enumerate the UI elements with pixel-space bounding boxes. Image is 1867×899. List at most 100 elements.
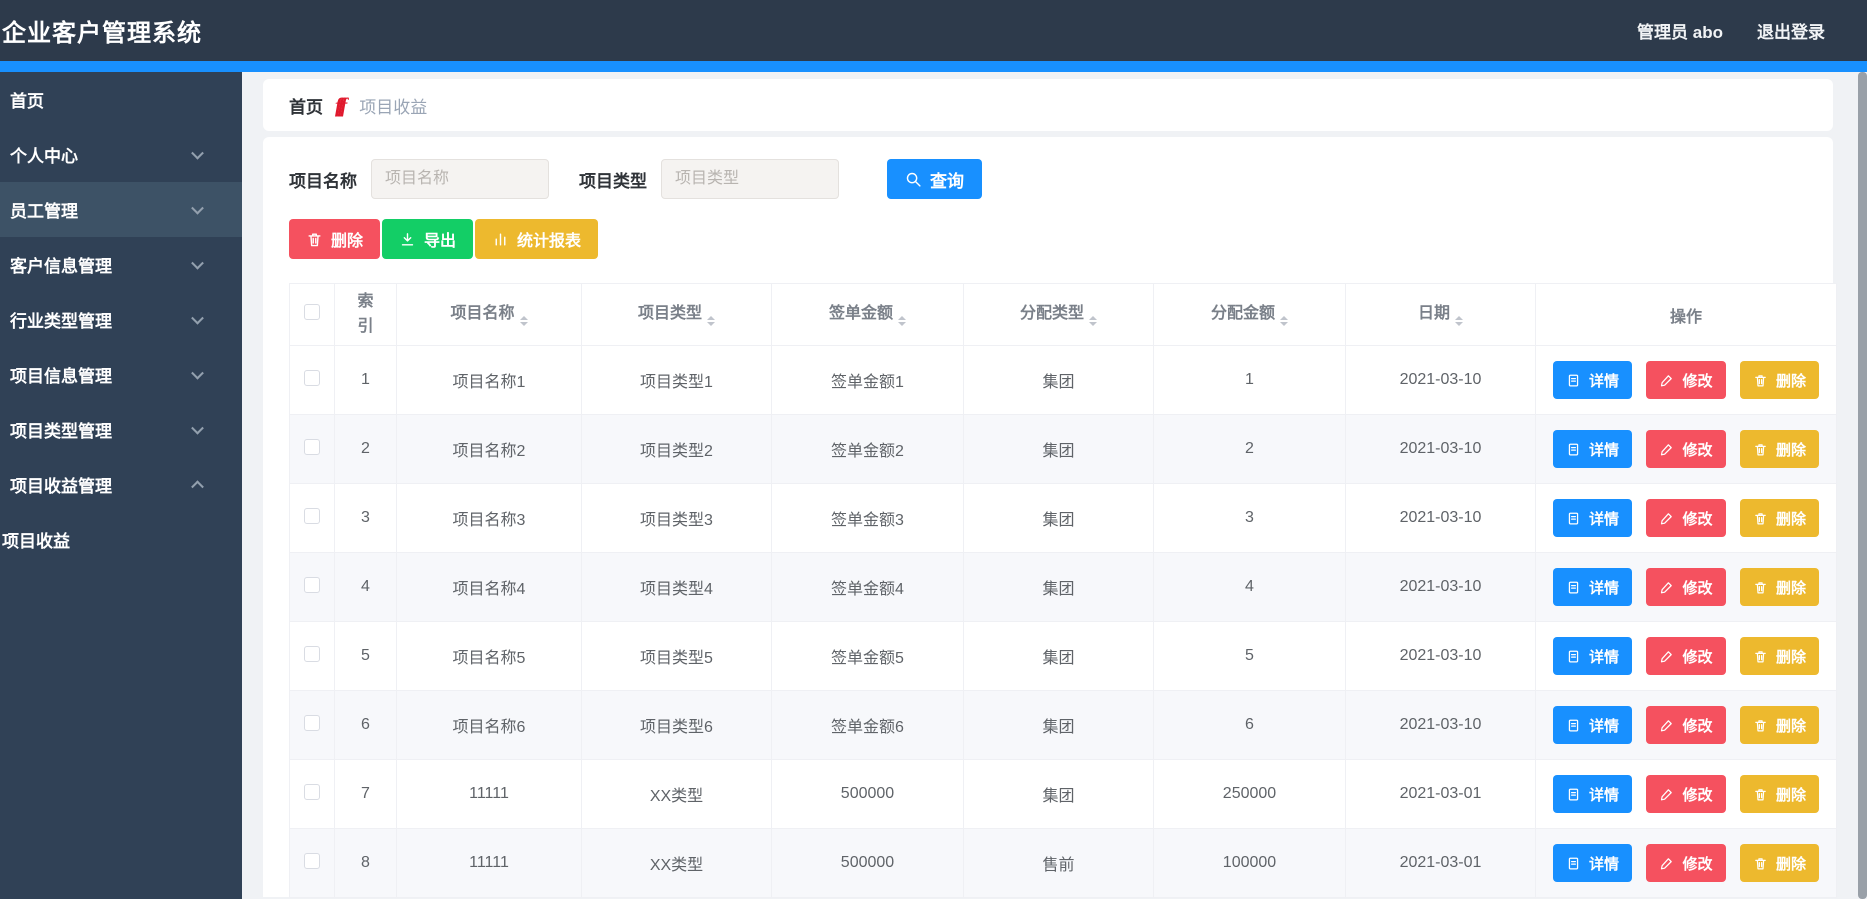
cell-index: 2 — [334, 414, 397, 484]
row-select-cell — [289, 759, 335, 829]
column-header[interactable]: 分配金额 — [1153, 283, 1346, 346]
sidebar-item-customer-info-mgmt[interactable]: 客户信息管理 — [0, 237, 242, 292]
project-name-input[interactable] — [371, 159, 549, 199]
search-form: 项目名称 项目类型 查询 — [289, 159, 1833, 199]
cell-actions: 详情 修改 删除 — [1535, 621, 1837, 691]
delete-button[interactable]: 删除 — [1739, 637, 1819, 675]
row-checkbox[interactable] — [304, 576, 320, 593]
breadcrumb-home-link[interactable]: 首页 — [289, 93, 323, 118]
export-button[interactable]: 导出 — [382, 219, 474, 259]
select-all-cell — [289, 283, 335, 346]
cell-project-type: XX类型 — [581, 828, 772, 898]
delete-button[interactable]: 删除 — [1739, 568, 1819, 606]
edit-button[interactable]: 修改 — [1646, 499, 1726, 537]
edit-button[interactable]: 修改 — [1646, 637, 1726, 675]
detail-button[interactable]: 详情 — [1553, 706, 1633, 744]
sidebar-item-personal-center[interactable]: 个人中心 — [0, 127, 242, 182]
sort-caret-icon[interactable] — [1280, 312, 1288, 330]
trash-icon — [1755, 374, 1766, 386]
cell-project-type: 项目类型5 — [581, 621, 772, 691]
sort-caret-icon[interactable] — [519, 312, 528, 330]
bulk-delete-button[interactable]: 删除 — [289, 219, 381, 259]
column-header[interactable]: 日期 — [1345, 283, 1536, 346]
edit-button-label: 修改 — [1682, 441, 1713, 459]
sidebar-item-label: 首页 — [10, 92, 44, 111]
delete-button[interactable]: 删除 — [1739, 844, 1819, 882]
vertical-scrollbar[interactable] — [1858, 72, 1867, 899]
column-header[interactable]: 签单金额 — [771, 283, 964, 346]
logout-link[interactable]: 退出登录 — [1757, 18, 1825, 43]
sidebar-item-industry-type-mgmt[interactable]: 行业类型管理 — [0, 292, 242, 347]
delete-button[interactable]: 删除 — [1739, 499, 1819, 537]
current-user[interactable]: 管理员 abo — [1637, 18, 1723, 43]
edit-button[interactable]: 修改 — [1646, 430, 1726, 468]
column-header-label: 分配金额 — [1210, 305, 1275, 322]
column-header[interactable]: 索引 — [334, 283, 397, 346]
row-checkbox[interactable] — [304, 438, 320, 455]
scrollbar-thumb[interactable] — [1858, 72, 1867, 899]
detail-button-label: 详情 — [1589, 372, 1620, 390]
sort-caret-icon[interactable] — [1089, 312, 1097, 330]
column-header[interactable]: 分配类型 — [963, 283, 1154, 346]
row-select-cell — [289, 621, 335, 691]
detail-button[interactable]: 详情 — [1553, 499, 1633, 537]
detail-button[interactable]: 详情 — [1553, 430, 1633, 468]
detail-button[interactable]: 详情 — [1553, 844, 1633, 882]
cell-index: 5 — [334, 621, 397, 691]
cell-sign-amount: 500000 — [771, 828, 964, 898]
edit-button[interactable]: 修改 — [1646, 706, 1726, 744]
edit-button[interactable]: 修改 — [1646, 844, 1726, 882]
column-header[interactable]: 操作 — [1535, 283, 1837, 346]
detail-button[interactable]: 详情 — [1553, 637, 1633, 675]
edit-button[interactable]: 修改 — [1646, 775, 1726, 813]
sidebar-item-employee-mgmt[interactable]: 员工管理 — [0, 182, 242, 237]
cell-project-name: 项目名称6 — [396, 690, 582, 760]
sidebar-item-project-type-mgmt[interactable]: 项目类型管理 — [0, 402, 242, 457]
column-header-label: 索引 — [357, 292, 374, 335]
cell-date: 2021-03-10 — [1345, 483, 1536, 553]
report-button[interactable]: 统计报表 — [475, 219, 599, 259]
sidebar-item-label: 行业类型管理 — [10, 312, 112, 331]
row-checkbox[interactable] — [304, 507, 320, 524]
row-checkbox[interactable] — [304, 714, 320, 731]
column-header-label: 项目类型 — [637, 305, 702, 322]
pencil-icon — [1661, 719, 1673, 731]
select-all-checkbox[interactable] — [304, 304, 320, 320]
document-icon — [1568, 857, 1579, 869]
detail-button[interactable]: 详情 — [1553, 775, 1633, 813]
delete-button[interactable]: 删除 — [1739, 775, 1819, 813]
report-label: 统计报表 — [517, 233, 582, 250]
trash-icon — [1755, 512, 1766, 524]
cell-alloc-amount: 250000 — [1153, 759, 1346, 829]
delete-button[interactable]: 删除 — [1739, 430, 1819, 468]
search-button[interactable]: 查询 — [887, 159, 982, 199]
edit-button[interactable]: 修改 — [1646, 568, 1726, 606]
row-checkbox[interactable] — [304, 783, 320, 800]
sidebar-item-home[interactable]: 首页 — [0, 72, 242, 127]
column-header[interactable]: 项目名称 — [396, 283, 582, 346]
detail-button[interactable]: 详情 — [1553, 361, 1633, 399]
detail-button[interactable]: 详情 — [1553, 568, 1633, 606]
delete-button[interactable]: 删除 — [1739, 706, 1819, 744]
edit-button[interactable]: 修改 — [1646, 361, 1726, 399]
row-checkbox[interactable] — [304, 645, 320, 662]
sort-caret-icon[interactable] — [1455, 312, 1463, 330]
project-type-input[interactable] — [661, 159, 839, 199]
cell-index: 3 — [334, 483, 397, 553]
sidebar-item-project-income-mgmt[interactable]: 项目收益管理 — [0, 457, 242, 512]
sort-caret-icon[interactable] — [898, 312, 906, 330]
row-checkbox[interactable] — [304, 369, 320, 386]
delete-button-label: 删除 — [1775, 579, 1806, 597]
edit-button-label: 修改 — [1682, 855, 1713, 873]
cell-alloc-amount: 1 — [1153, 345, 1346, 415]
document-icon — [1568, 512, 1579, 524]
row-checkbox[interactable] — [304, 852, 320, 869]
sidebar-item-project-income[interactable]: 项目收益 — [0, 512, 242, 567]
sort-caret-icon[interactable] — [707, 312, 715, 330]
sidebar-item-project-info-mgmt[interactable]: 项目信息管理 — [0, 347, 242, 402]
edit-button-label: 修改 — [1682, 648, 1713, 666]
chevron-icon — [191, 256, 204, 270]
column-header[interactable]: 项目类型 — [581, 283, 772, 346]
delete-button[interactable]: 删除 — [1739, 361, 1819, 399]
cell-project-name: 项目名称1 — [396, 345, 582, 415]
